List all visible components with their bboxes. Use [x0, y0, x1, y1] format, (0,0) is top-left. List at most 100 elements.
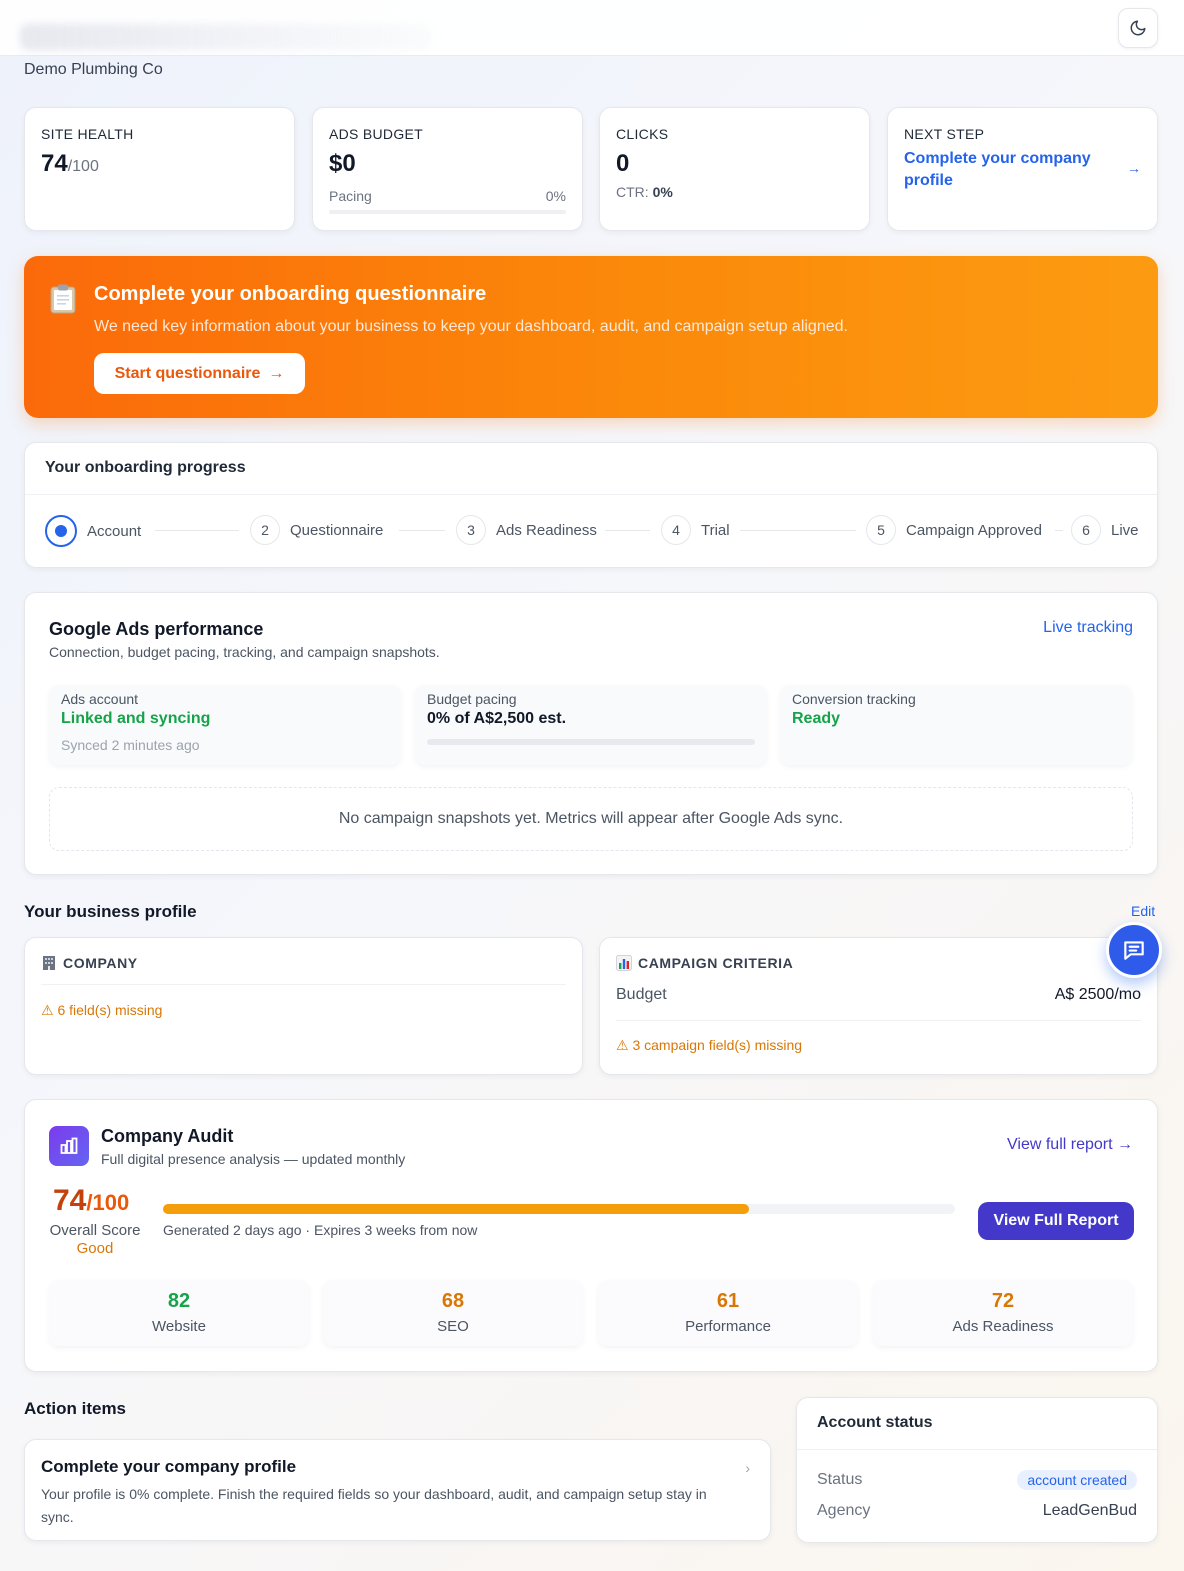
- sync-time: Synced 2 minutes ago: [61, 737, 200, 753]
- view-full-report-button[interactable]: View Full Report: [978, 1202, 1134, 1240]
- view-full-report-link[interactable]: View full report →: [1007, 1136, 1133, 1154]
- start-questionnaire-button[interactable]: Start questionnaire →: [94, 353, 305, 394]
- step-number: 2: [250, 515, 280, 545]
- step-live[interactable]: 6 Live: [1071, 515, 1139, 545]
- pacing-label: Pacing: [329, 188, 372, 204]
- edit-profile-link[interactable]: Edit: [1131, 903, 1155, 919]
- sub-score-ads-readiness: 72 Ads Readiness: [873, 1280, 1133, 1346]
- step-trial[interactable]: 4 Trial: [661, 515, 730, 545]
- business-profile-title: Your business profile: [24, 902, 197, 921]
- ads-account-tile: Ads account Linked and syncing Synced 2 …: [49, 685, 401, 765]
- overall-score-label: Overall Score Good: [49, 1222, 141, 1257]
- step-ads-readiness[interactable]: 3 Ads Readiness: [456, 515, 597, 545]
- campaign-criteria-card: CAMPAIGN CRITERIA Budget A$ 2500/mo ⚠ 3 …: [599, 937, 1158, 1075]
- next-step-card[interactable]: NEXT STEP Complete your company profile …: [887, 107, 1158, 231]
- step-connector: [740, 530, 856, 531]
- company-audit-card: Company Audit Full digital presence anal…: [24, 1099, 1158, 1372]
- sub-score-performance: 61 Performance: [598, 1280, 858, 1346]
- next-step-link[interactable]: Complete your company profile: [904, 148, 1124, 192]
- campaign-missing-warning: ⚠ 3 campaign field(s) missing: [616, 1037, 803, 1053]
- action-item[interactable]: Complete your company profile Your profi…: [24, 1439, 771, 1541]
- company-heading: COMPANY: [41, 955, 138, 971]
- step-connector: [605, 530, 650, 531]
- sub-score-label: Website: [152, 1318, 206, 1335]
- clipboard-icon: [50, 284, 76, 314]
- sub-score-label: SEO: [437, 1318, 469, 1335]
- chat-button[interactable]: [1106, 922, 1162, 978]
- live-tracking-link[interactable]: Live tracking: [1043, 619, 1133, 637]
- divider: [797, 1449, 1157, 1450]
- building-icon: [43, 956, 55, 970]
- step-label: Campaign Approved: [906, 521, 1042, 539]
- campaign-criteria-heading: CAMPAIGN CRITERIA: [616, 955, 793, 971]
- step-number: 4: [661, 515, 691, 545]
- sub-score-seo: 68 SEO: [323, 1280, 583, 1346]
- step-label: Questionnaire: [290, 521, 384, 539]
- agency-label: Agency: [817, 1502, 871, 1519]
- overall-score: 74/100: [53, 1184, 130, 1217]
- score-grade: Good: [76, 1240, 114, 1257]
- theme-toggle-button[interactable]: [1118, 8, 1158, 48]
- conversion-tracking-label: Conversion tracking: [792, 691, 916, 707]
- budget-pacing-bar: [427, 739, 755, 745]
- google-ads-card: Google Ads performance Connection, budge…: [24, 592, 1158, 875]
- blurred-page-title: [20, 24, 432, 50]
- site-health-card: SITE HEALTH 74/100: [24, 107, 295, 231]
- pacing-row: Pacing 0%: [329, 188, 566, 204]
- divider: [616, 1020, 1141, 1021]
- budget-pacing-label: Budget pacing: [427, 691, 517, 707]
- budget-pacing-value: 0% of A$2,500 est.: [427, 710, 567, 727]
- company-profile-card: COMPANY ⚠ 6 field(s) missing: [24, 937, 583, 1075]
- onboarding-progress-title: Your onboarding progress: [45, 459, 246, 476]
- agency-value: LeadGenBud: [1042, 1502, 1137, 1519]
- pacing-progress-bar: [329, 210, 566, 214]
- agency-row: Agency LeadGenBud: [817, 1502, 1137, 1520]
- audit-score-bar: [163, 1204, 955, 1214]
- banner-subtitle: We need key information about your busin…: [94, 318, 848, 335]
- step-label: Trial: [701, 521, 730, 539]
- conversion-tracking-tile: Conversion tracking Ready: [780, 685, 1132, 765]
- step-number: 6: [1071, 515, 1101, 545]
- step-active-indicator: [45, 515, 77, 547]
- google-ads-title: Google Ads performance: [49, 619, 264, 639]
- action-item-title: Complete your company profile: [41, 1457, 297, 1476]
- sub-score-label: Performance: [685, 1318, 771, 1335]
- step-label: Live: [1111, 521, 1139, 539]
- status-badge: account created: [1017, 1470, 1137, 1490]
- bar-chart-icon: [60, 1137, 78, 1154]
- sub-score-value: 72: [991, 1290, 1015, 1312]
- chevron-right-icon: ›: [745, 1460, 750, 1476]
- sub-score-website: 82 Website: [49, 1280, 309, 1346]
- google-ads-subtitle: Connection, budget pacing, tracking, and…: [49, 644, 440, 660]
- site-health-label: SITE HEALTH: [41, 126, 134, 142]
- budget-label: Budget: [616, 986, 667, 1003]
- divider: [25, 494, 1157, 495]
- sub-score-value: 61: [716, 1290, 740, 1312]
- budget-value: A$ 2500/mo: [1054, 986, 1141, 1003]
- company-name: Demo Plumbing Co: [24, 61, 163, 78]
- ctr-readout: CTR: 0%: [616, 184, 673, 200]
- step-number: 5: [866, 515, 896, 545]
- sub-score-value: 68: [441, 1290, 465, 1312]
- conversion-tracking-status: Ready: [792, 710, 841, 727]
- step-campaign-approved[interactable]: 5 Campaign Approved: [866, 515, 1042, 545]
- clicks-label: CLICKS: [616, 126, 669, 142]
- action-items-title: Action items: [24, 1399, 127, 1418]
- status-label: Status: [817, 1471, 863, 1488]
- step-account[interactable]: Account: [45, 515, 141, 547]
- sub-score-label: Ads Readiness: [952, 1318, 1054, 1335]
- step-label: Ads Readiness: [496, 521, 597, 539]
- budget-row: Budget A$ 2500/mo: [616, 986, 1141, 1004]
- clicks-card: CLICKS 0 CTR: 0%: [599, 107, 870, 231]
- arrow-right-icon: →: [268, 364, 285, 382]
- top-bar: [0, 0, 1184, 56]
- audit-title: Company Audit: [101, 1126, 234, 1146]
- clicks-value: 0: [616, 150, 630, 177]
- step-questionnaire[interactable]: 2 Questionnaire: [250, 515, 383, 545]
- moon-icon: [1130, 20, 1146, 36]
- ads-budget-label: ADS BUDGET: [329, 126, 424, 142]
- divider: [41, 984, 566, 985]
- ads-account-status: Linked and syncing: [61, 710, 211, 727]
- site-health-value: 74/100: [41, 150, 99, 177]
- step-connector: [1055, 530, 1063, 531]
